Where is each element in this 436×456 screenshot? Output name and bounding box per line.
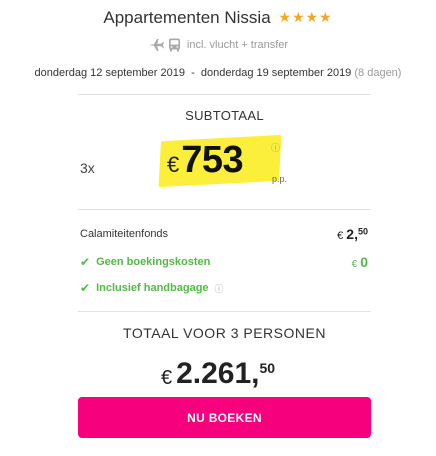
- info-icon[interactable]: ⓘ: [271, 141, 280, 154]
- total-label: TOTAAL VOOR 3 PERSONEN: [123, 325, 326, 341]
- star-rating: ★★★★: [278, 9, 333, 25]
- trip-duration: (8 dagen): [354, 67, 402, 79]
- currency-symbol: €: [167, 152, 180, 177]
- travel-dates: donderdag 12 september 2019 - donderdag …: [0, 67, 436, 79]
- cost-row-geen-boekingskosten: ✔ Geen boekingskosten € 0: [80, 254, 368, 270]
- book-now-button[interactable]: NU BOEKEN: [78, 397, 371, 438]
- cost-currency: €: [351, 259, 358, 270]
- per-person-label: p.p.: [272, 174, 288, 184]
- cost-row-calamiteitenfonds: Calamiteitenfonds € 2,50: [80, 226, 368, 242]
- divider: [78, 209, 371, 210]
- check-icon: ✔: [80, 255, 91, 269]
- total-int: 2.261,: [176, 357, 260, 390]
- divider: [78, 94, 371, 95]
- date-range: donderdag 12 september 2019 - donderdag …: [34, 67, 352, 79]
- cost-int: 0: [360, 254, 368, 270]
- includes-text: incl. vlucht + transfer: [186, 39, 289, 51]
- price-per-person: € 753 ⓘ: [167, 139, 280, 182]
- hotel-name: Appartementen Nissia: [103, 8, 271, 27]
- divider: [78, 311, 371, 312]
- info-icon[interactable]: ⓘ: [215, 282, 224, 295]
- quantity: 3x: [80, 160, 95, 176]
- total-price: € 2.261, 50: [0, 357, 436, 391]
- cost-label: Inclusief handbagage: [96, 282, 209, 294]
- cost-label: Geen boekingskosten: [96, 256, 211, 268]
- hotel-title: Appartementen Nissia ★★★★: [0, 8, 436, 28]
- bus-icon: [168, 38, 180, 52]
- price-amount: 753: [181, 139, 244, 181]
- subtotal-label: SUBTOTAAL: [185, 108, 264, 123]
- cost-value: € 2,50: [337, 226, 368, 242]
- cost-value: € 0: [352, 254, 368, 270]
- cost-currency: €: [337, 230, 344, 242]
- cost-label: Calamiteitenfonds: [80, 228, 169, 240]
- cost-dec: 50: [357, 226, 368, 237]
- cost-int: 2,: [346, 226, 358, 242]
- includes-info: incl. vlucht + transfer: [0, 38, 436, 52]
- plane-icon: [148, 39, 164, 51]
- total-dec: 50: [259, 360, 276, 376]
- check-icon: ✔: [80, 281, 91, 295]
- cost-row-inclusief-handbagage: ✔ Inclusief handbagage ⓘ: [80, 281, 368, 295]
- currency-symbol: €: [160, 367, 173, 389]
